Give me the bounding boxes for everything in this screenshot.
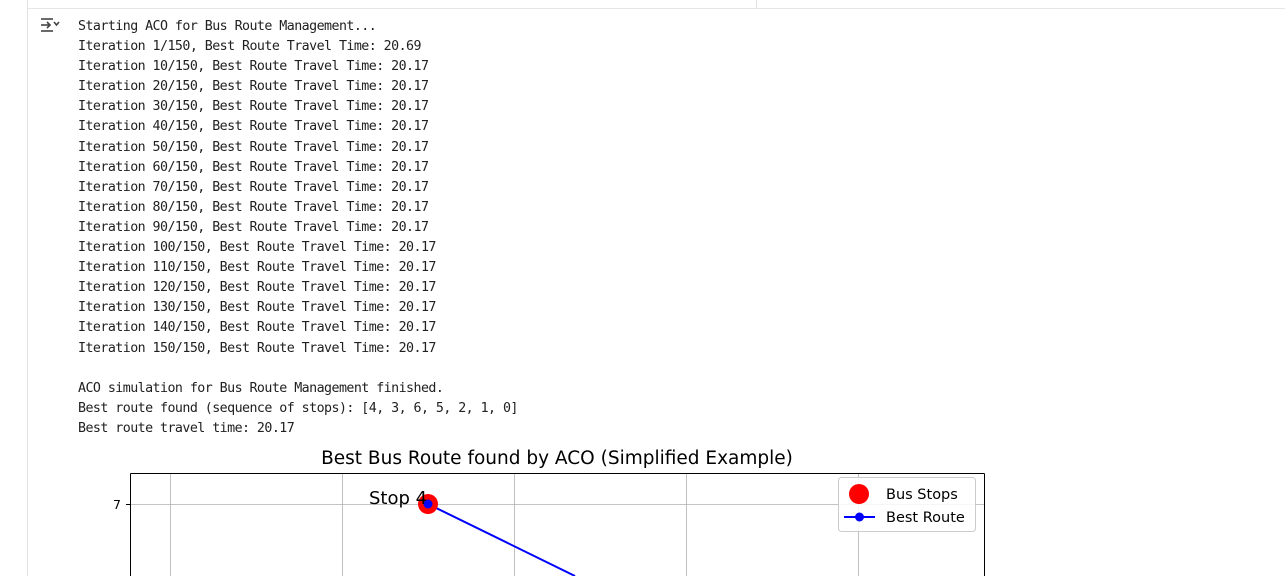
output-line: Iteration 140/150, Best Route Travel Tim…: [78, 320, 436, 336]
output-line: Iteration 80/150, Best Route Travel Time…: [78, 199, 429, 215]
legend-bus-stops-marker: [849, 484, 869, 504]
output-line: Iteration 130/150, Best Route Travel Tim…: [78, 300, 436, 316]
legend-bus-stops-label: Bus Stops: [886, 487, 958, 503]
output-line: Iteration 40/150, Best Route Travel Time…: [78, 119, 429, 135]
route-chart: Best Bus Route found by ACO (Simplified …: [113, 448, 985, 576]
output-line: Best route travel time: 20.17: [78, 420, 295, 436]
output-line: Iteration 100/150, Best Route Travel Tim…: [78, 240, 436, 256]
y-tick-label: 7: [113, 497, 121, 512]
output-line: Starting ACO for Bus Route Management...: [78, 19, 377, 34]
best-route-line: [427, 503, 576, 576]
output-line: Best route found (sequence of stops): [4…: [78, 400, 518, 416]
cell-top-divider: [756, 0, 757, 8]
output-line: Iteration 70/150, Best Route Travel Time…: [78, 179, 429, 195]
output-line: Iteration 60/150, Best Route Travel Time…: [78, 159, 429, 175]
output-line: Iteration 30/150, Best Route Travel Time…: [78, 99, 429, 115]
legend: Bus Stops Best Route: [838, 477, 976, 532]
output-collapse-icon[interactable]: [38, 15, 62, 37]
output-line: Iteration 150/150, Best Route Travel Tim…: [78, 340, 436, 356]
legend-best-route-marker: [855, 512, 864, 522]
stop-label: Stop 4: [369, 488, 427, 509]
output-line: Iteration 1/150, Best Route Travel Time:…: [78, 39, 422, 55]
output-line: Iteration 110/150, Best Route Travel Tim…: [78, 260, 436, 276]
output-line: ACO simulation for Bus Route Management …: [78, 380, 444, 396]
output-line: Iteration 10/150, Best Route Travel Time…: [78, 59, 429, 75]
output-line: Iteration 50/150, Best Route Travel Time…: [78, 139, 429, 155]
cell-top-border: [28, 8, 1285, 9]
output-line: Iteration 20/150, Best Route Travel Time…: [78, 79, 429, 95]
cell-output-text: Starting ACO for Bus Route Management...…: [78, 17, 518, 439]
legend-best-route-label: Best Route: [886, 510, 965, 526]
chart-title: Best Bus Route found by ACO (Simplified …: [321, 448, 793, 469]
output-line: Iteration 120/150, Best Route Travel Tim…: [78, 280, 436, 296]
output-line: Iteration 90/150, Best Route Travel Time…: [78, 219, 429, 235]
